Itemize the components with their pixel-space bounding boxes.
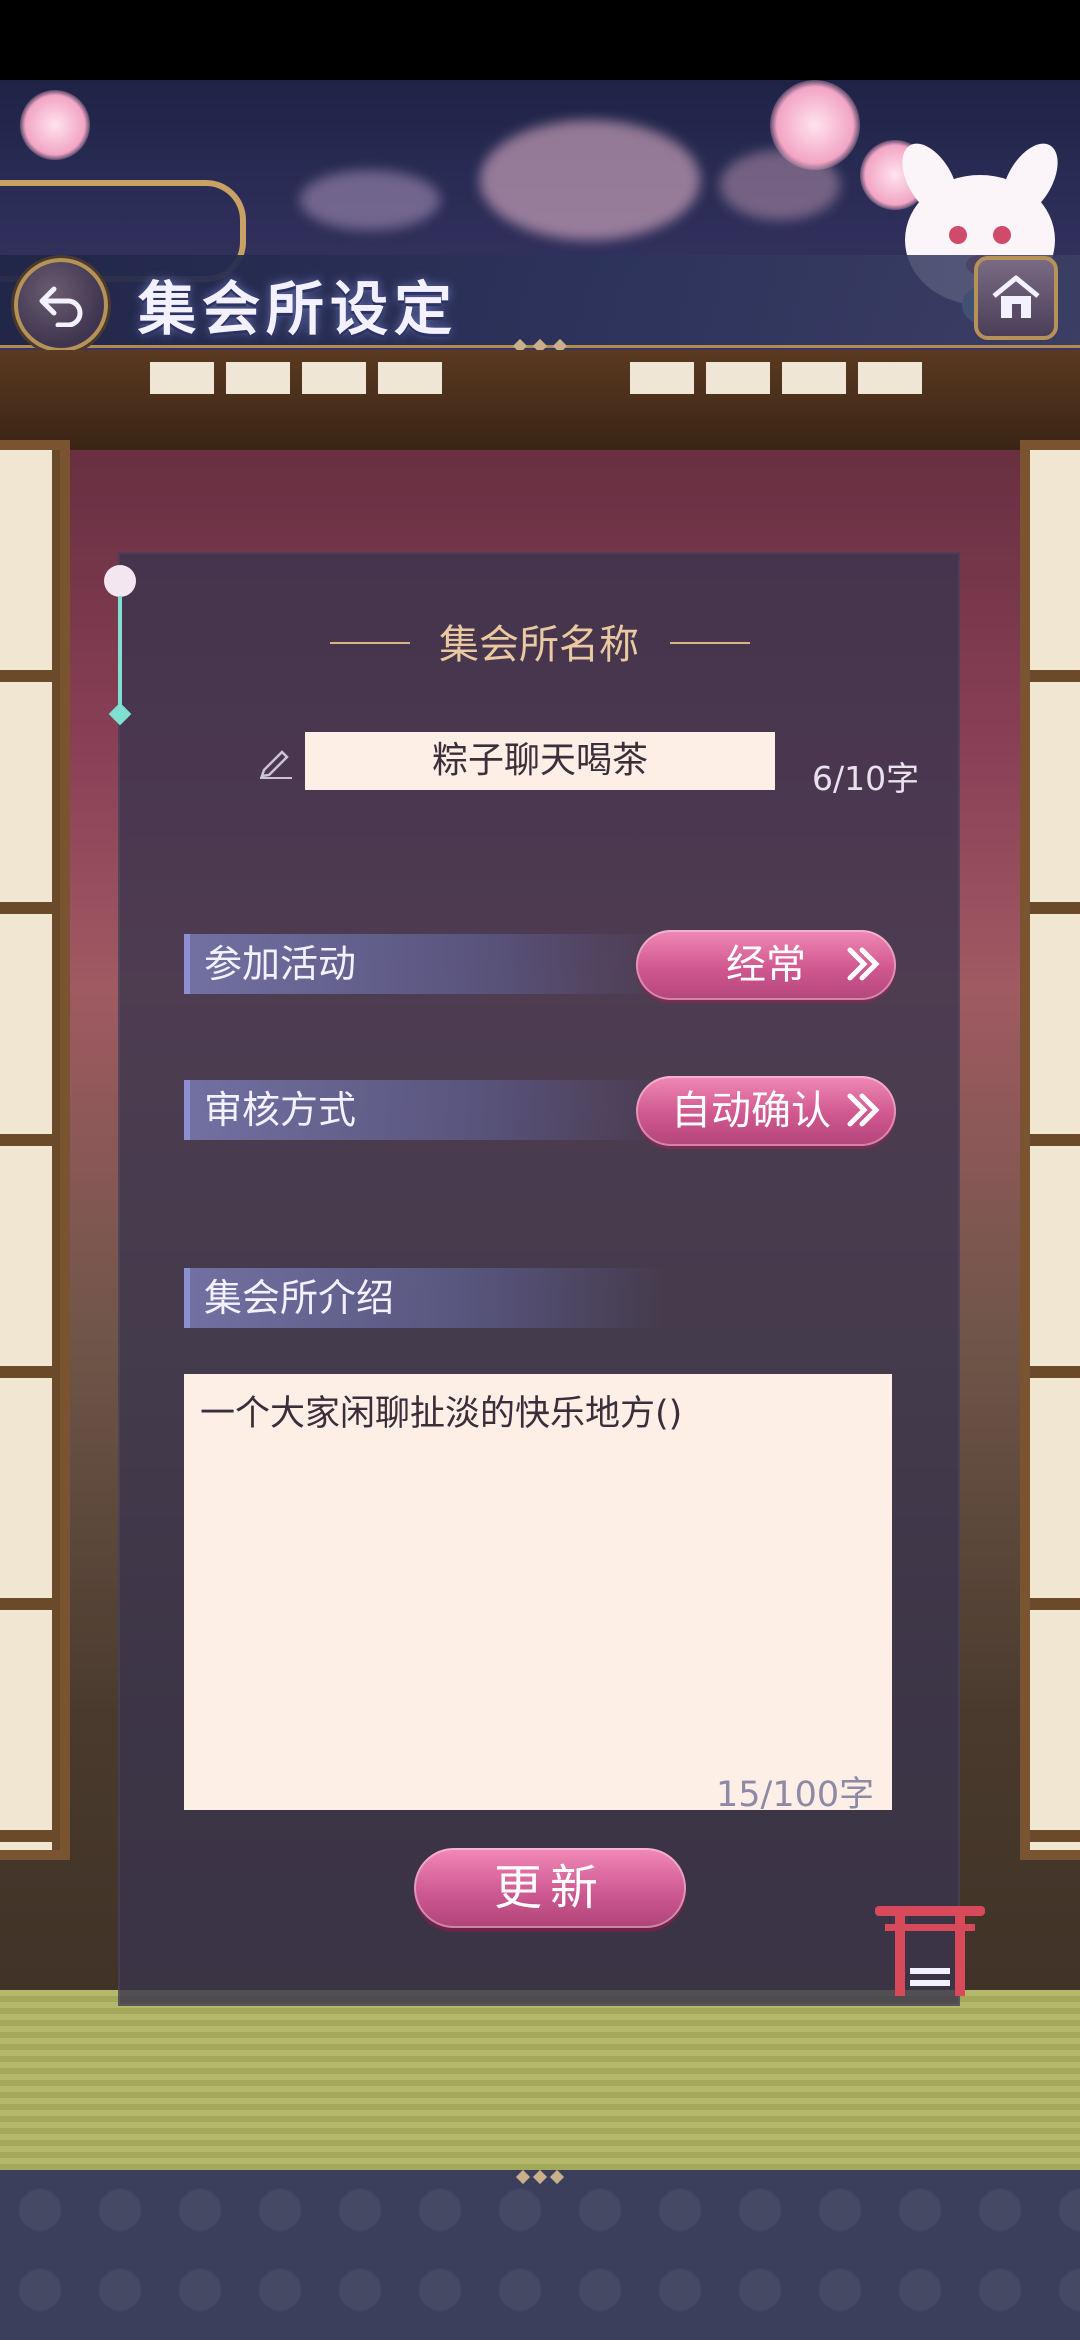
- left-shoji-door: [0, 440, 70, 1860]
- activity-select-button[interactable]: 经常: [636, 930, 896, 1000]
- back-button[interactable]: [14, 258, 108, 352]
- cloud: [300, 170, 440, 230]
- home-icon: [992, 275, 1040, 318]
- name-char-count: 6/10字: [812, 759, 920, 798]
- cloud: [480, 120, 700, 240]
- section-title-name: 集会所名称: [439, 622, 639, 668]
- intro-text: 一个大家闲聊扯淡的快乐地方(): [200, 1394, 683, 1434]
- lintel-panel: [302, 362, 366, 394]
- status-bar: [0, 0, 1080, 80]
- cherry-blossom: [770, 80, 860, 170]
- activity-select-value: 经常: [726, 942, 806, 988]
- review-method-value: 自动确认: [671, 1088, 831, 1134]
- update-button[interactable]: 更新: [414, 1848, 686, 1928]
- tatami-floor: [0, 1990, 1080, 2170]
- right-shoji-door: [1020, 440, 1080, 1860]
- lintel-panel: [858, 362, 922, 394]
- lintel-panel: [782, 362, 846, 394]
- review-method-label: 审核方式: [184, 1080, 664, 1140]
- torii-gate-icon: [875, 1906, 985, 1996]
- lintel-panel: [706, 362, 770, 394]
- chevron-right-icon: [847, 1093, 880, 1127]
- chevron-right-icon: [847, 947, 880, 981]
- gathering-name-input[interactable]: 粽子聊天喝茶: [305, 732, 775, 790]
- intro-label: 集会所介绍: [184, 1268, 664, 1328]
- intro-textarea[interactable]: 一个大家闲聊扯淡的快乐地方(): [184, 1374, 892, 1810]
- home-button[interactable]: [974, 256, 1058, 340]
- intro-char-count: 15/100字: [716, 1775, 875, 1815]
- page-title: 集会所设定: [138, 275, 459, 343]
- lintel-panel: [226, 362, 290, 394]
- pencil-icon[interactable]: [256, 740, 296, 780]
- activity-label: 参加活动: [184, 934, 664, 994]
- review-method-select-button[interactable]: 自动确认: [636, 1076, 896, 1146]
- back-arrow-icon: [39, 286, 83, 327]
- lintel-panel: [378, 362, 442, 394]
- cherry-blossom: [20, 90, 90, 160]
- lintel-panel: [630, 362, 694, 394]
- bottom-pattern: [0, 2170, 1080, 2340]
- lintel-panel: [150, 362, 214, 394]
